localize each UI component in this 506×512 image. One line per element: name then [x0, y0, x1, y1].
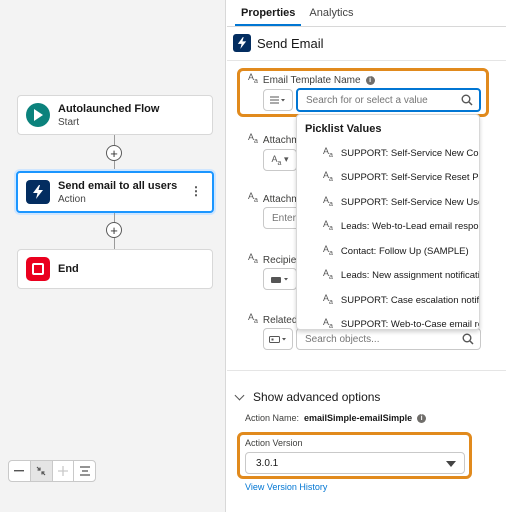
text-type-icon: Aa: [248, 191, 258, 204]
plus-icon: [57, 466, 68, 476]
auto-layout-button[interactable]: [74, 461, 95, 481]
text-type-icon: Aa: [248, 132, 258, 145]
picklist-item[interactable]: Aa SUPPORT: Self-Service New Use...: [297, 190, 479, 215]
text-type-icon: Aa: [323, 317, 333, 330]
divider: [227, 60, 506, 61]
fit-view-button[interactable]: [30, 461, 53, 481]
zoom-controls: [8, 460, 96, 482]
attachment-label: Aa Attachm: [248, 132, 300, 146]
lightning-icon: [26, 180, 50, 204]
recipient-label: Aa Recipien: [248, 252, 302, 266]
text-type-icon: Aa: [323, 243, 333, 257]
layout-icon: [79, 466, 90, 476]
zoom-out-button[interactable]: [9, 461, 31, 481]
lightning-icon: [233, 34, 251, 52]
text-type-icon: Aa: [323, 145, 333, 159]
add-element-button[interactable]: +: [106, 145, 122, 161]
attachment-label: Aa Attachm: [248, 191, 300, 205]
resource-type-button[interactable]: [263, 268, 297, 290]
tab-analytics[interactable]: Analytics: [303, 0, 359, 26]
view-version-history-link[interactable]: View Version History: [245, 482, 327, 492]
text-type-icon: Aa: [248, 312, 258, 325]
text-type-icon: Aa: [323, 170, 333, 184]
related-search-input[interactable]: Search objects...: [296, 328, 481, 350]
object-icon: [269, 335, 286, 343]
start-node-subtitle: Start: [58, 116, 80, 128]
send-email-node-subtitle: Action: [58, 193, 86, 205]
advanced-options-toggle[interactable]: Show advanced options: [234, 390, 380, 404]
send-email-node-title: Send email to all users: [58, 179, 178, 192]
related-label: Aa Related I: [248, 312, 303, 326]
text-type-icon: Aa: [248, 252, 258, 265]
text-type-icon: Aa: [323, 292, 333, 306]
action-name: Action Name: emailSimple-emailSimple i: [245, 413, 427, 423]
text-type-icon: Aa: [323, 268, 333, 282]
resource-type-button[interactable]: Aa ▾: [263, 149, 297, 171]
info-icon: i: [417, 413, 427, 423]
tab-properties[interactable]: Properties: [235, 0, 302, 26]
end-node[interactable]: End: [17, 249, 213, 289]
picklist-item[interactable]: Aa SUPPORT: Web-to-Case email re...: [297, 313, 479, 330]
text-type-icon: Aa: [323, 194, 333, 208]
start-node-title: Autolaunched Flow: [58, 102, 160, 115]
end-node-title: End: [58, 263, 79, 275]
contract-icon: [36, 466, 46, 476]
search-icon: [462, 333, 474, 345]
zoom-in-button[interactable]: [53, 461, 75, 481]
picklist-item[interactable]: Aa SUPPORT: Self-Service Reset Pa...: [297, 166, 479, 191]
highlight-box: [237, 68, 489, 117]
panel-title: Send Email: [257, 35, 324, 51]
add-element-button[interactable]: +: [106, 222, 122, 238]
picklist-item[interactable]: Aa Leads: Web-to-Lead email respo...: [297, 215, 479, 240]
picklist-dropdown: Picklist Values Aa SUPPORT: Self-Service …: [296, 114, 480, 330]
panel-tabs: Properties Analytics: [227, 0, 506, 27]
flow-canvas: Autolaunched Flow Start + Send email to …: [0, 0, 226, 512]
resource-type-button[interactable]: [263, 328, 293, 350]
start-node[interactable]: Autolaunched Flow Start: [17, 95, 213, 135]
highlight-box: [237, 432, 472, 479]
picklist-item[interactable]: Aa SUPPORT: Case escalation notifi...: [297, 288, 479, 313]
divider: [227, 370, 506, 371]
panel-header: Send Email: [233, 34, 323, 52]
picklist-item[interactable]: Aa Contact: Follow Up (SAMPLE): [297, 239, 479, 264]
chevron-down-icon: [234, 390, 245, 400]
play-icon: [26, 103, 50, 127]
stop-icon: [26, 257, 50, 281]
text-type-icon: Aa: [323, 219, 333, 233]
minus-icon: [14, 470, 25, 472]
record-icon: [271, 276, 288, 283]
picklist-title: Picklist Values: [305, 123, 382, 135]
picklist-item[interactable]: Aa SUPPORT: Self-Service New Co...: [297, 141, 479, 166]
kebab-menu-icon[interactable]: ⋮: [190, 185, 202, 197]
picklist-item[interactable]: Aa Leads: New assignment notificati...: [297, 264, 479, 289]
send-email-node[interactable]: Send email to all users Action ⋮: [16, 171, 214, 213]
